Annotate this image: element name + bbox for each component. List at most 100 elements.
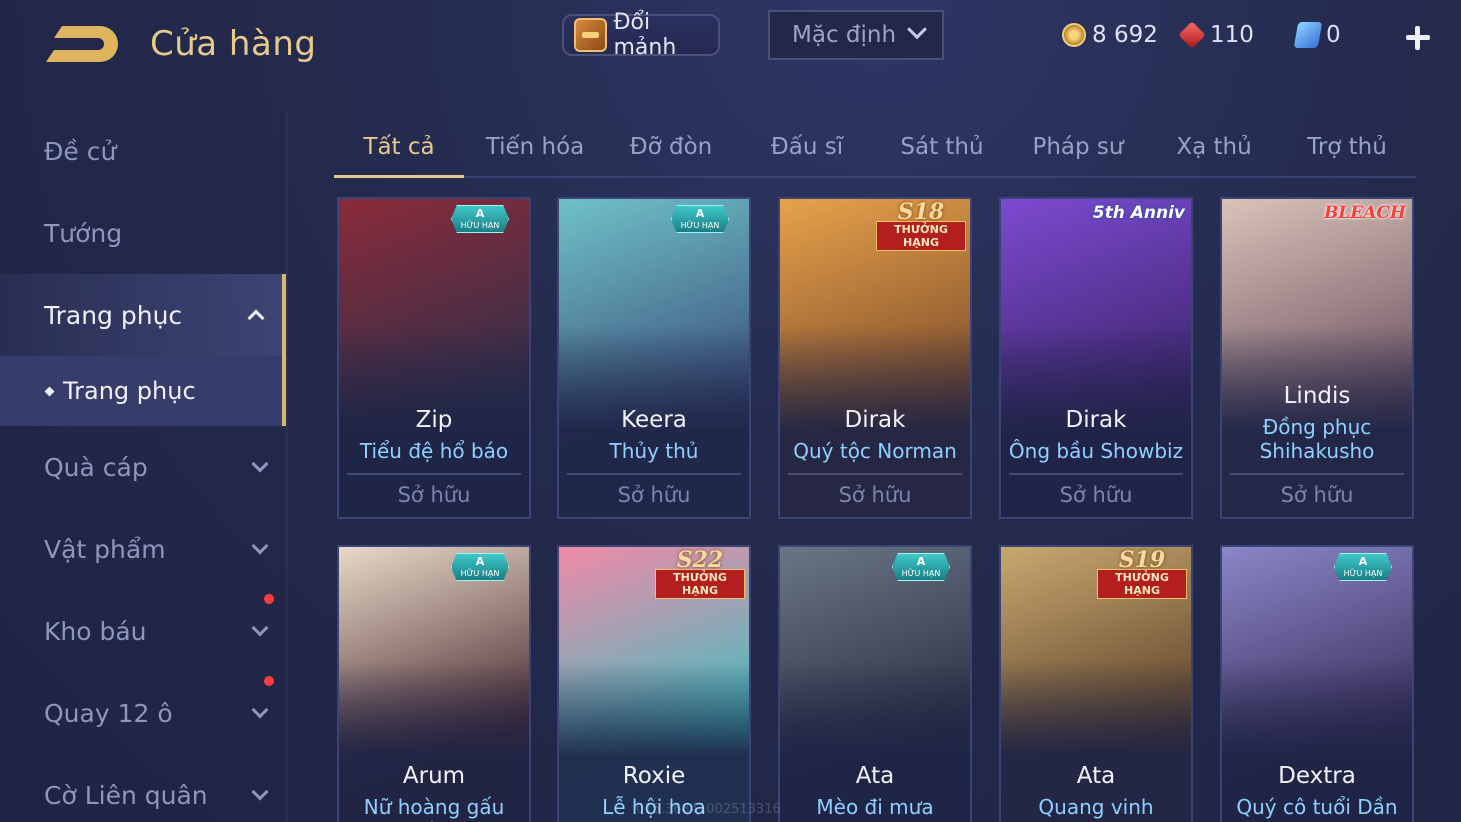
hero-name: Dextra [1278,763,1356,789]
back-arrow-icon [46,26,118,62]
ruby-amount: 110 [1210,22,1254,48]
hero-name: Lindis [1283,383,1351,409]
chest-icon [574,18,608,52]
sidebar-item-treasure[interactable]: Kho báu [0,590,286,672]
skin-card[interactable]: A HỮU HẠN Dextra Quý cô tuổi Dần [1220,545,1414,822]
sidebar-item-label: Cờ Liên quân [44,780,208,810]
sidebar-subitem-label: Trang phục [63,377,196,405]
divider [1009,473,1183,475]
divider [347,473,521,475]
category-tabs: Tất cả Tiến hóa Đỡ đòn Đấu sĩ Sát thủ Ph… [334,128,1416,178]
hero-name: Arum [402,763,466,789]
voucher-balance: 0 [1293,22,1341,48]
page-title: Cửa hàng [150,24,317,64]
divider [788,473,962,475]
sidebar-item-label: Tướng [44,218,123,248]
skin-name: Đồng phục Shihakusho [1259,415,1375,463]
anniversary-badge: 5th Anniv [1092,203,1185,223]
owned-status: Sở hữu [397,483,471,507]
gold-coin-icon [1062,23,1086,47]
skin-name: Quý tộc Norman [793,439,957,463]
owned-status: Sở hữu [617,483,691,507]
sort-dropdown[interactable]: Mặc định [768,10,944,60]
ranked-label: THƯỞNG HẠNG [1097,569,1187,599]
chevron-down-icon [907,19,927,40]
skin-card[interactable]: S18 THƯỞNG HẠNG Dirak Quý tộc Norman Sở … [778,197,972,519]
limited-badge: A HỮU HẠN [451,205,509,233]
skin-card[interactable]: BLEACH Lindis Đồng phục Shihakusho Sở hữ… [1220,197,1414,519]
tab-fighter[interactable]: Đấu sĩ [736,128,878,176]
notification-dot [264,594,274,604]
chevron-down-icon [251,701,269,719]
sidebar-item-recommended[interactable]: Đề cử [0,110,286,192]
diamond-bullet-icon [44,386,55,396]
voucher-icon [1293,22,1323,48]
voucher-amount: 0 [1326,22,1341,48]
sidebar-item-items[interactable]: Vật phẩm [0,508,286,590]
sidebar-item-label: Vật phẩm [44,534,166,564]
hero-name: Roxie [622,763,686,789]
chevron-down-icon [251,619,269,637]
hero-name: Ata [1076,763,1116,789]
skin-card[interactable]: AHỮU HẠN Arum Nữ hoàng gấu xám [337,545,531,822]
tab-all[interactable]: Tất cả [334,128,464,178]
tab-assassin[interactable]: Sát thủ [878,128,1006,176]
sidebar-item-label: Quay 12 ô [44,698,173,728]
limited-badge: A HỮU HẠN [892,553,950,581]
skin-card[interactable]: 5th Anniv Dirak Ông bầu Showbiz Sở hữu [999,197,1193,519]
tab-mage[interactable]: Pháp sư [1006,128,1150,176]
top-up-plus-button[interactable] [1402,22,1434,54]
back-button[interactable] [40,22,120,68]
tab-tank[interactable]: Đỡ đòn [606,128,736,176]
skin-card[interactable]: S22 THƯỞNG HẠNG Roxie Lễ hội hoa [557,545,751,822]
sidebar-item-gifts[interactable]: Quà cáp [0,426,286,508]
skin-name: Quý cô tuổi Dần [1236,795,1398,819]
skin-name: Nữ hoàng gấu xám [363,795,505,822]
sidebar-item-label: Đề cử [44,136,117,166]
chevron-up-icon [247,309,265,327]
gold-balance: 8 692 [1062,22,1158,48]
tab-support[interactable]: Trợ thủ [1278,128,1416,176]
skin-card[interactable]: A HỮU HẠN Keera Thủy thủ Sở hữu [557,197,751,519]
skin-name: Ông bầu Showbiz [1008,439,1184,463]
skin-name: Quang vinh [1038,795,1154,819]
hero-name: Dirak [1065,407,1127,433]
sidebar-item-label: Quà cáp [44,452,148,482]
hero-name: Keera [621,407,687,433]
sidebar-item-flags[interactable]: Cờ Liên quân [0,754,286,822]
chevron-down-icon [251,537,269,555]
sidebar-item-label: Kho báu [44,616,147,646]
sidebar-item-spin-12[interactable]: Quay 12 ô [0,672,286,754]
sidebar-subitem-skins[interactable]: Trang phục [0,356,286,426]
season-badge: S19 THƯỞNG HẠNG [1093,547,1191,599]
skin-card[interactable]: A HỮU HẠN Ata Mèo đi mưa [778,545,972,822]
exchange-fragments-label: Đổi mảnh [613,10,677,60]
sidebar-item-skins[interactable]: Trang phục [0,274,286,356]
notification-dot [264,676,274,686]
sidebar: Đề cử Tướng Trang phục Trang phục Quà cá… [0,110,286,822]
chevron-down-icon [251,783,269,801]
skin-name: Thủy thủ [609,439,699,463]
ruby-balance: 110 [1178,21,1254,49]
owned-status: Sở hữu [838,483,912,507]
skin-card[interactable]: A HỮU HẠN Zip Tiểu đệ hổ báo Sở hữu [337,197,531,519]
sidebar-item-label: Trang phục [44,300,183,330]
sidebar-item-heroes[interactable]: Tướng [0,192,286,274]
hero-name: Zip [415,407,453,433]
tab-marksman[interactable]: Xạ thủ [1150,128,1278,176]
bleach-collab-badge: BLEACH [1323,203,1406,223]
limited-badge: A HỮU HẠN [1334,553,1392,581]
season-badge: S18 THƯỞNG HẠNG [872,199,970,251]
gold-amount: 8 692 [1092,22,1158,48]
exchange-fragments-button[interactable]: Đổi mảnh [562,10,720,60]
chevron-down-icon [251,455,269,473]
sidebar-divider [286,110,288,822]
owned-status: Sở hữu [1280,483,1354,507]
tab-evolution[interactable]: Tiến hóa [464,128,606,176]
limited-badge: A HỮU HẠN [671,205,729,233]
owned-status: Sở hữu [1059,483,1133,507]
skin-card[interactable]: S19 THƯỞNG HẠNG Ata Quang vinh [999,545,1193,822]
ruby-icon [1178,21,1206,49]
skin-name: Mèo đi mưa [816,795,934,819]
season-badge: S22 THƯỞNG HẠNG [651,547,749,599]
